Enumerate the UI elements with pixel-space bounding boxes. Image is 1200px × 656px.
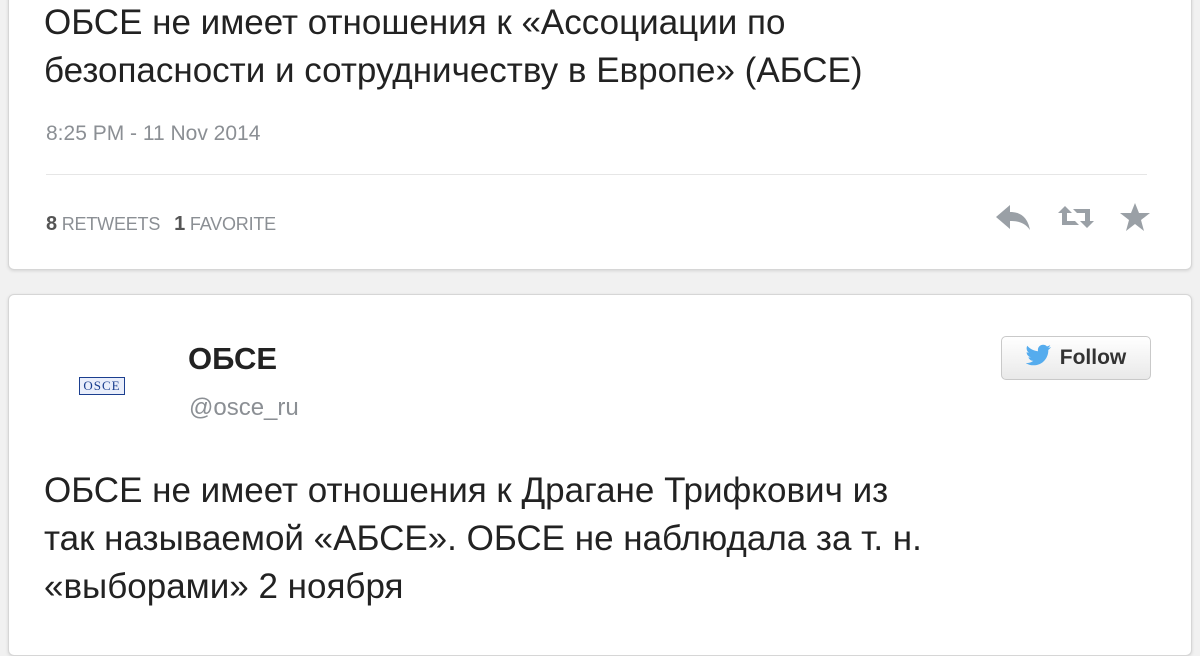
tweet-card: OSCE ОБСЕ @osce_ru Follow ОБСЕ не имеет … — [8, 294, 1192, 656]
tweet-text-line: ОБСЕ не имеет отношения к Драгане Трифко… — [44, 471, 889, 510]
follow-label: Follow — [1059, 346, 1127, 369]
author-display-name[interactable]: ОБСЕ — [188, 341, 277, 377]
tweet-text: ОБСЕ не имеет отношения к Драгане Трифко… — [44, 467, 1111, 611]
retweets-label: RETWEETS — [61, 214, 161, 234]
tweet-card: ОБСЕ не имеет отношения к «Ассоциации по… — [8, 0, 1192, 270]
tweet-actions — [993, 201, 1151, 233]
retweets-count: 8 — [46, 213, 57, 235]
retweet-icon[interactable] — [1057, 201, 1095, 233]
favorites-stat[interactable]: 1 FAVORITE — [174, 213, 276, 235]
tweet-text: ОБСЕ не имеет отношения к «Ассоциации по… — [44, 0, 1111, 95]
reply-icon[interactable] — [993, 201, 1033, 233]
star-icon[interactable] — [1119, 201, 1151, 233]
tweet-text-line: так называемой «АБСЕ». ОБСЕ не наблюдала… — [44, 519, 922, 558]
favorites-count: 1 — [174, 213, 186, 235]
favorites-label: FAVORITE — [189, 214, 276, 234]
tweet-text-line: безопасности и сотрудничеству в Европе» … — [44, 51, 863, 90]
author-handle[interactable]: @osce_ru — [189, 394, 299, 422]
tweet-timestamp[interactable]: 8:25 PM - 11 Nov 2014 — [46, 122, 260, 146]
twitter-bird-icon — [1025, 344, 1052, 372]
avatar[interactable]: OSCE — [63, 375, 141, 397]
tweet-text-line: ОБСЕ не имеет отношения к «Ассоциации по — [44, 3, 786, 42]
osce-logo: OSCE — [79, 377, 125, 395]
divider — [46, 174, 1147, 175]
tweet-stats: 8 RETWEETS 1 FAVORITE — [46, 213, 276, 236]
retweets-stat[interactable]: 8 RETWEETS — [46, 213, 161, 235]
tweet-text-line: «выборами» 2 ноября — [44, 567, 404, 606]
follow-button[interactable]: Follow — [1001, 336, 1151, 380]
